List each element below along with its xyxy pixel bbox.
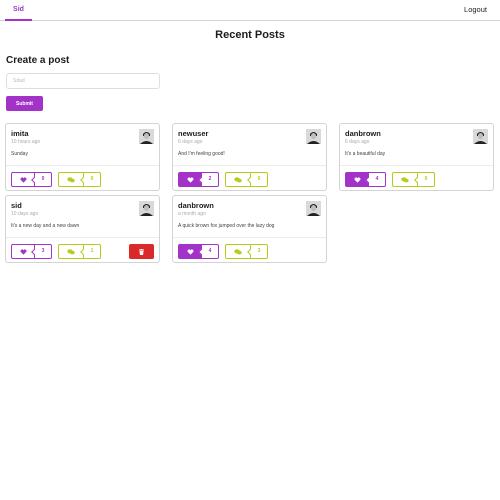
- comment-button[interactable]: 0: [392, 172, 435, 187]
- post-card[interactable]: danbrown a month ago A quick brown fox j…: [172, 195, 327, 263]
- heart-icon: [20, 176, 26, 183]
- nav-user-tab[interactable]: Sid: [5, 0, 32, 21]
- comment-count[interactable]: 3: [247, 244, 268, 259]
- post-body-input[interactable]: [6, 73, 160, 89]
- user-avatar: [306, 129, 321, 144]
- post-body: It's a new day and a new dawn: [11, 223, 80, 229]
- post-card[interactable]: newuser 6 days ago And I'm feeling good!…: [172, 123, 327, 191]
- user-avatar: [473, 129, 488, 144]
- comment-button[interactable]: 0: [225, 172, 268, 187]
- post-author[interactable]: sid: [11, 201, 22, 210]
- user-avatar: [139, 129, 154, 144]
- comment-button[interactable]: 3: [225, 244, 268, 259]
- post-time[interactable]: 6 days ago: [345, 139, 369, 145]
- comment-button[interactable]: 0: [58, 172, 101, 187]
- like-button[interactable]: 3: [11, 244, 52, 259]
- like-button[interactable]: 0: [11, 172, 52, 187]
- comments-icon: [234, 248, 242, 254]
- post-card[interactable]: danbrown 6 days ago It's a beautiful day…: [339, 123, 494, 191]
- heart-icon: [354, 176, 360, 183]
- trash-icon: [139, 248, 144, 255]
- logout-link[interactable]: Logout: [464, 0, 487, 21]
- post-author[interactable]: newuser: [178, 129, 208, 138]
- user-avatar: [139, 201, 154, 216]
- user-avatar: [306, 201, 321, 216]
- post-time[interactable]: 6 days ago: [178, 139, 202, 145]
- like-count[interactable]: 4: [198, 244, 219, 259]
- create-post-heading: Create a post: [6, 55, 70, 66]
- post-time[interactable]: a month ago: [178, 211, 206, 217]
- post-body: And I'm feeling good!: [178, 151, 225, 157]
- post-card[interactable]: sid 10 days ago It's a new day and a new…: [5, 195, 160, 263]
- comment-button[interactable]: 1: [58, 244, 101, 259]
- post-card[interactable]: imita 10 hours ago Sunday 0 0: [5, 123, 160, 191]
- post-author[interactable]: danbrown: [345, 129, 381, 138]
- submit-button[interactable]: Submit: [6, 96, 43, 111]
- post-time[interactable]: 10 hours ago: [11, 139, 40, 145]
- heart-icon: [20, 248, 26, 255]
- like-button[interactable]: 2: [178, 172, 219, 187]
- post-body: It's a beautiful day: [345, 151, 386, 157]
- like-count[interactable]: 4: [365, 172, 386, 187]
- post-author[interactable]: imita: [11, 129, 29, 138]
- like-button[interactable]: 4: [178, 244, 219, 259]
- comments-icon: [401, 176, 409, 182]
- post-time[interactable]: 10 days ago: [11, 211, 38, 217]
- post-body: Sunday: [11, 151, 28, 157]
- heart-icon: [187, 176, 193, 183]
- comment-count[interactable]: 1: [80, 244, 101, 259]
- comment-count[interactable]: 0: [414, 172, 435, 187]
- page-title: Recent Posts: [215, 29, 285, 41]
- comments-icon: [67, 248, 75, 254]
- like-count[interactable]: 0: [31, 172, 52, 187]
- post-body: A quick brown fox jumped over the lazy d…: [178, 223, 275, 229]
- comment-count[interactable]: 0: [80, 172, 101, 187]
- like-button[interactable]: 4: [345, 172, 386, 187]
- like-count[interactable]: 3: [31, 244, 52, 259]
- like-count[interactable]: 2: [198, 172, 219, 187]
- comments-icon: [234, 176, 242, 182]
- navbar: Sid Logout: [0, 0, 500, 21]
- post-author[interactable]: danbrown: [178, 201, 214, 210]
- comment-count[interactable]: 0: [247, 172, 268, 187]
- comments-icon: [67, 176, 75, 182]
- delete-post-button[interactable]: [129, 244, 154, 259]
- heart-icon: [187, 248, 193, 255]
